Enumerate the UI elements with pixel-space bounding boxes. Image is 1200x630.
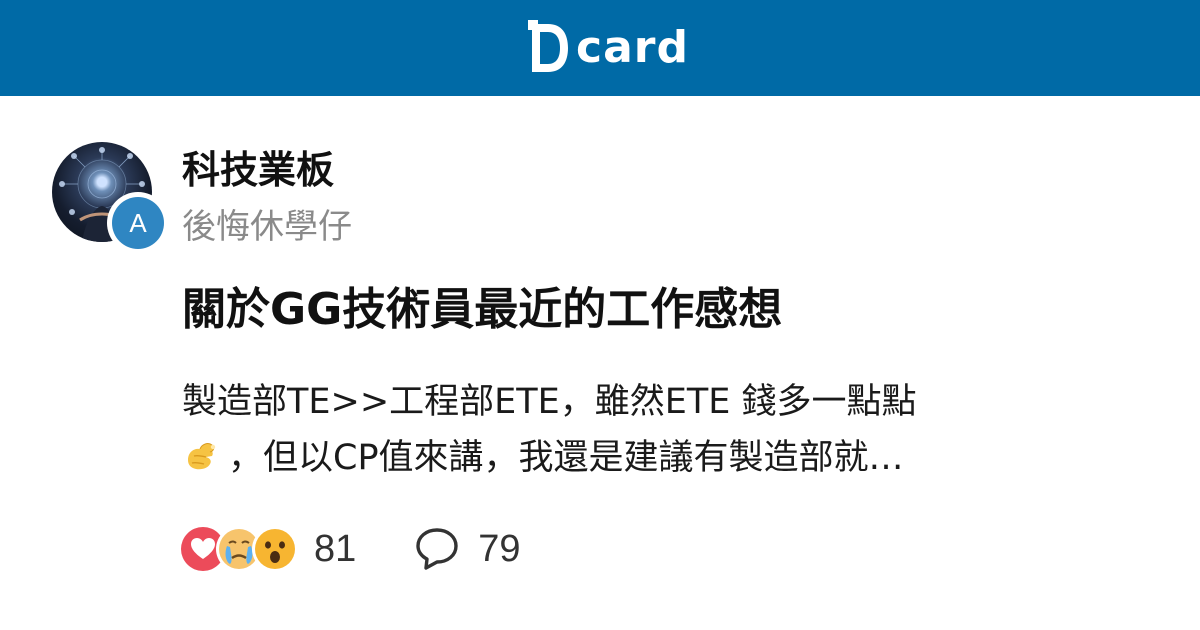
excerpt-line: 製造部TE>>工程部ETE，雖然ETE 錢多一點點 <box>182 382 917 422</box>
dcard-logo-mark-icon <box>528 20 568 72</box>
top-bar: card <box>0 0 1200 96</box>
dcard-logo-text: card <box>576 22 689 73</box>
forum-name[interactable]: 科技業板 <box>182 146 334 194</box>
surprised-reaction <box>252 526 298 572</box>
dcard-logo[interactable]: card <box>528 20 689 76</box>
author-name[interactable]: 後悔休學仔 <box>182 205 352 249</box>
reaction-count: 81 <box>314 528 357 570</box>
comment-bubble-icon <box>416 528 458 570</box>
author-avatar[interactable]: A <box>107 192 169 254</box>
author-initial: A <box>112 197 164 249</box>
excerpt-line: ，但以CP值來講，我還是建議有製造部就… <box>182 430 1112 486</box>
post-excerpt[interactable]: 製造部TE>>工程部ETE，雖然ETE 錢多一點點 ，但以CP值來講，我還是建議… <box>182 374 1112 486</box>
surprised-face-icon <box>255 529 295 569</box>
post-title[interactable]: 關於GG技術員最近的工作感想 <box>182 281 782 339</box>
reactions[interactable] <box>180 526 298 572</box>
comment-button[interactable]: 79 <box>412 522 521 576</box>
excerpt-line-text: ，但以CP值來講，我還是建議有製造部就… <box>228 438 904 478</box>
post-stats: 81 79 <box>180 522 521 576</box>
comment-count: 79 <box>478 528 521 570</box>
pinching-hand-emoji-icon <box>188 443 216 470</box>
